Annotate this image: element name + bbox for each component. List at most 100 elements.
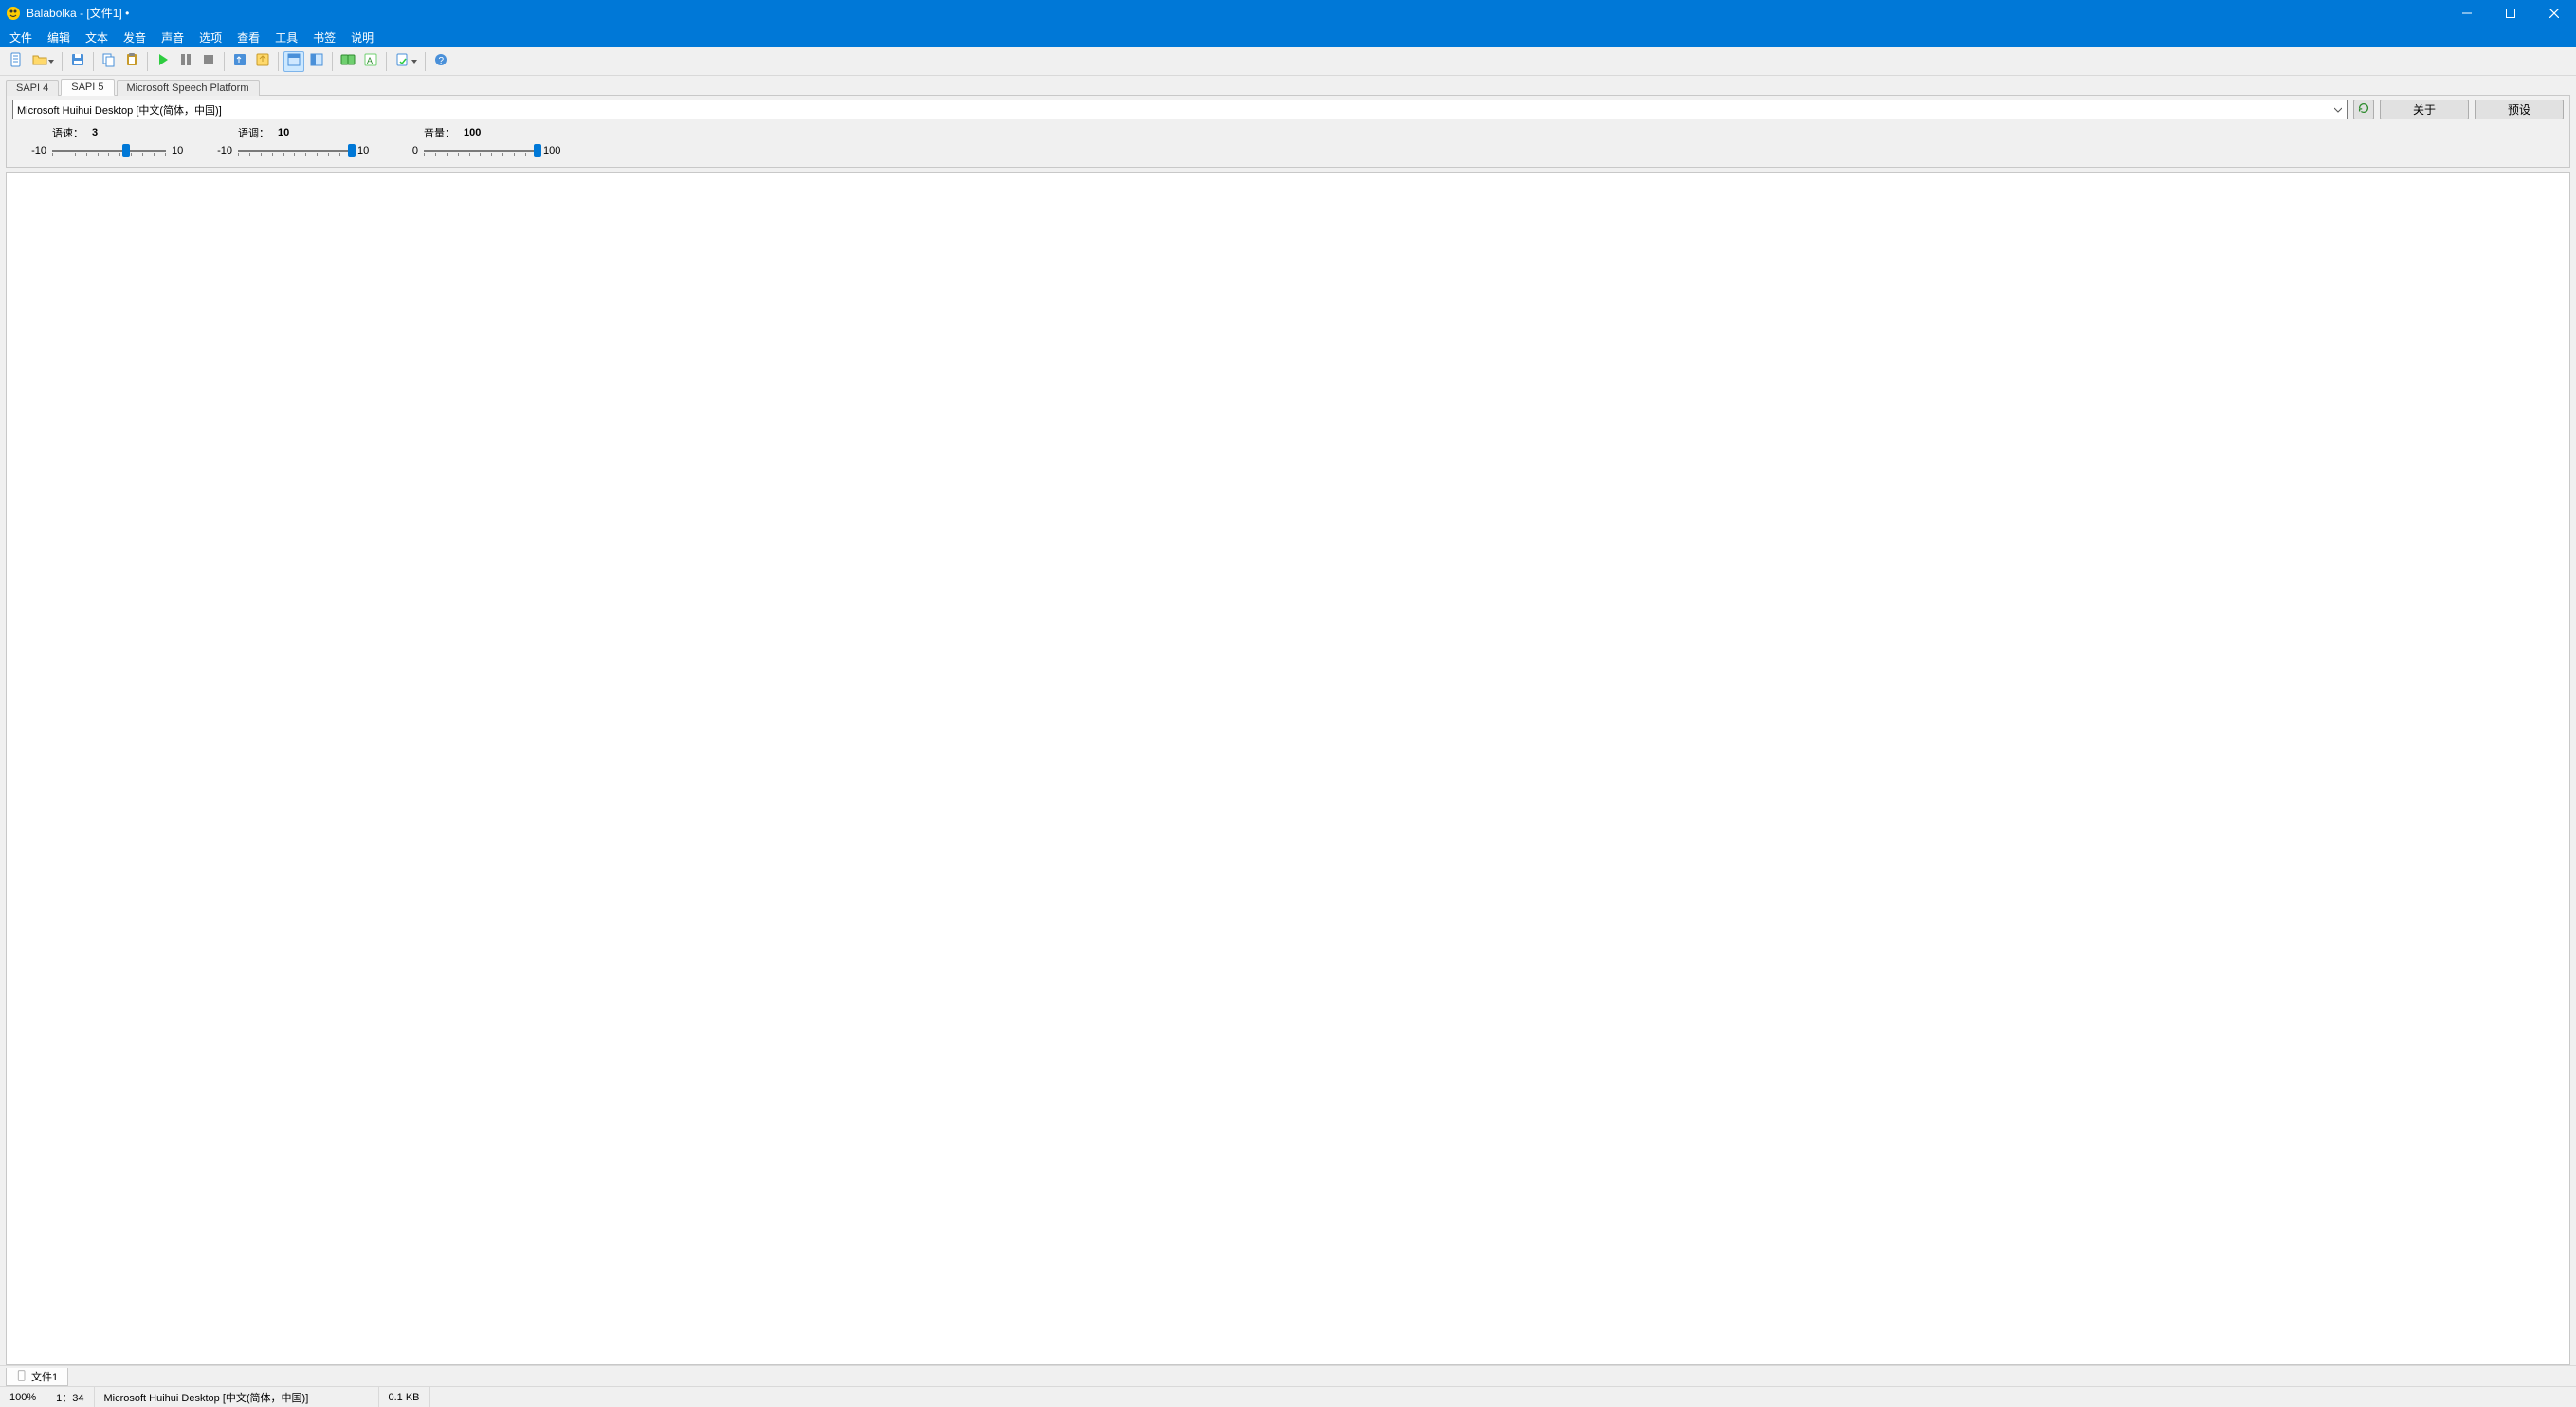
svg-text:?: ? — [439, 56, 445, 66]
preset-button[interactable]: 预设 — [2475, 100, 2564, 119]
titlebar: Balabolka - [文件1] • — [0, 0, 2576, 27]
close-button[interactable] — [2532, 0, 2576, 27]
svg-text:A: A — [367, 56, 373, 65]
menu-text[interactable]: 文本 — [78, 27, 116, 47]
menu-tools[interactable]: 工具 — [267, 27, 305, 47]
document-tab[interactable]: 文件1 — [6, 1368, 68, 1386]
maximize-icon — [2506, 9, 2515, 18]
separator — [278, 52, 279, 71]
separator — [332, 52, 333, 71]
document-tabs: 文件1 — [0, 1365, 2576, 1386]
volume-value: 100 — [464, 127, 481, 138]
voice-panel: Microsoft Huihui Desktop [中文(简体，中国)] 关于 … — [6, 95, 2570, 168]
help-button[interactable]: ? — [430, 51, 451, 72]
document-tab-label: 文件1 — [31, 1369, 58, 1384]
app-window: Balabolka - [文件1] • 文件 编辑 文本 发音 声音 选项 查看… — [0, 0, 2576, 1407]
tab-sapi4[interactable]: SAPI 4 — [6, 80, 59, 96]
rate-thumb[interactable] — [122, 144, 130, 157]
save-button[interactable] — [67, 51, 88, 72]
window-title: Balabolka - [文件1] • — [27, 0, 2445, 27]
volume-slider[interactable] — [424, 142, 538, 159]
menu-edit[interactable]: 编辑 — [40, 27, 78, 47]
minimize-button[interactable] — [2445, 0, 2489, 27]
stop-button[interactable] — [198, 51, 219, 72]
paste-button[interactable] — [121, 51, 142, 72]
dictionary-button[interactable]: A — [360, 51, 381, 72]
save-bookmark-button[interactable] — [252, 51, 273, 72]
maximize-button[interactable] — [2489, 0, 2532, 27]
spellcheck-button[interactable] — [392, 51, 420, 72]
pitch-label: 语调： — [238, 125, 278, 140]
chevron-down-icon — [411, 59, 417, 64]
separator — [93, 52, 94, 71]
text-editor[interactable] — [6, 172, 2570, 1365]
menu-view[interactable]: 查看 — [229, 27, 267, 47]
copy-icon — [101, 52, 117, 70]
save-audio-icon — [232, 52, 247, 70]
rate-label: 语速： — [52, 125, 92, 140]
menu-speak[interactable]: 发音 — [116, 27, 154, 47]
separator — [224, 52, 225, 71]
pitch-value: 10 — [278, 127, 289, 138]
dictionary-icon: A — [363, 52, 378, 70]
modified-marker: • — [125, 7, 129, 20]
tab-sapi5[interactable]: SAPI 5 — [61, 79, 114, 96]
pause-button[interactable] — [175, 51, 196, 72]
status-cursor: 1：34 — [46, 1387, 94, 1407]
separator — [386, 52, 387, 71]
translate-button[interactable] — [338, 51, 358, 72]
spellcheck-icon — [395, 52, 411, 70]
open-button[interactable] — [28, 51, 57, 72]
status-voice: Microsoft Huihui Desktop [中文(简体，中国)] — [95, 1387, 379, 1407]
new-doc-icon — [9, 52, 24, 70]
rate-slider[interactable] — [52, 142, 166, 159]
pitch-min: -10 — [211, 145, 232, 156]
save-bookmark-icon — [255, 52, 270, 70]
voice-row: Microsoft Huihui Desktop [中文(简体，中国)] 关于 … — [7, 96, 2569, 123]
pitch-slider[interactable] — [238, 142, 352, 159]
tab-msspeech[interactable]: Microsoft Speech Platform — [117, 80, 260, 96]
copy-button[interactable] — [99, 51, 119, 72]
panel-b-button[interactable] — [306, 51, 327, 72]
window-controls — [2445, 0, 2576, 27]
pitch-thumb[interactable] — [348, 144, 356, 157]
refresh-voice-button[interactable] — [2353, 100, 2374, 119]
pitch-group: 语调： 10 -10 10 — [211, 125, 378, 159]
menu-help[interactable]: 说明 — [343, 27, 381, 47]
save-audio-button[interactable] — [229, 51, 250, 72]
rate-max: 10 — [172, 145, 192, 156]
stop-icon — [201, 52, 216, 70]
rate-group: 语速： 3 -10 10 — [26, 125, 192, 159]
volume-group: 音量： 100 0 100 — [397, 125, 564, 159]
separator — [62, 52, 63, 71]
menu-options[interactable]: 选项 — [192, 27, 229, 47]
chevron-down-icon — [48, 59, 54, 64]
new-button[interactable] — [6, 51, 27, 72]
menubar: 文件 编辑 文本 发音 声音 选项 查看 工具 书签 说明 — [0, 27, 2576, 47]
toolbar: A ? — [0, 47, 2576, 76]
separator — [147, 52, 148, 71]
paste-icon — [124, 52, 139, 70]
play-icon — [155, 52, 171, 70]
about-voice-button[interactable]: 关于 — [2380, 100, 2469, 119]
status-zoom: 100% — [0, 1387, 46, 1407]
menu-bookmarks[interactable]: 书签 — [305, 27, 343, 47]
document-name: [文件1] — [86, 7, 121, 20]
app-icon — [6, 6, 21, 21]
menu-file[interactable]: 文件 — [2, 27, 40, 47]
app-name: Balabolka — [27, 7, 77, 20]
translate-icon — [340, 52, 356, 70]
volume-thumb[interactable] — [534, 144, 541, 157]
save-disk-icon — [70, 52, 85, 70]
panel-b-icon — [309, 52, 324, 70]
slider-row: 语速： 3 -10 10 语调： 10 — [7, 123, 2569, 167]
separator — [425, 52, 426, 71]
menu-voice[interactable]: 声音 — [154, 27, 192, 47]
help-icon: ? — [433, 52, 448, 70]
panel-a-button[interactable] — [283, 51, 304, 72]
volume-max: 100 — [543, 145, 564, 156]
play-button[interactable] — [153, 51, 174, 72]
voice-combobox[interactable]: Microsoft Huihui Desktop [中文(简体，中国)] — [12, 100, 2348, 119]
pitch-max: 10 — [357, 145, 378, 156]
minimize-icon — [2462, 9, 2472, 18]
